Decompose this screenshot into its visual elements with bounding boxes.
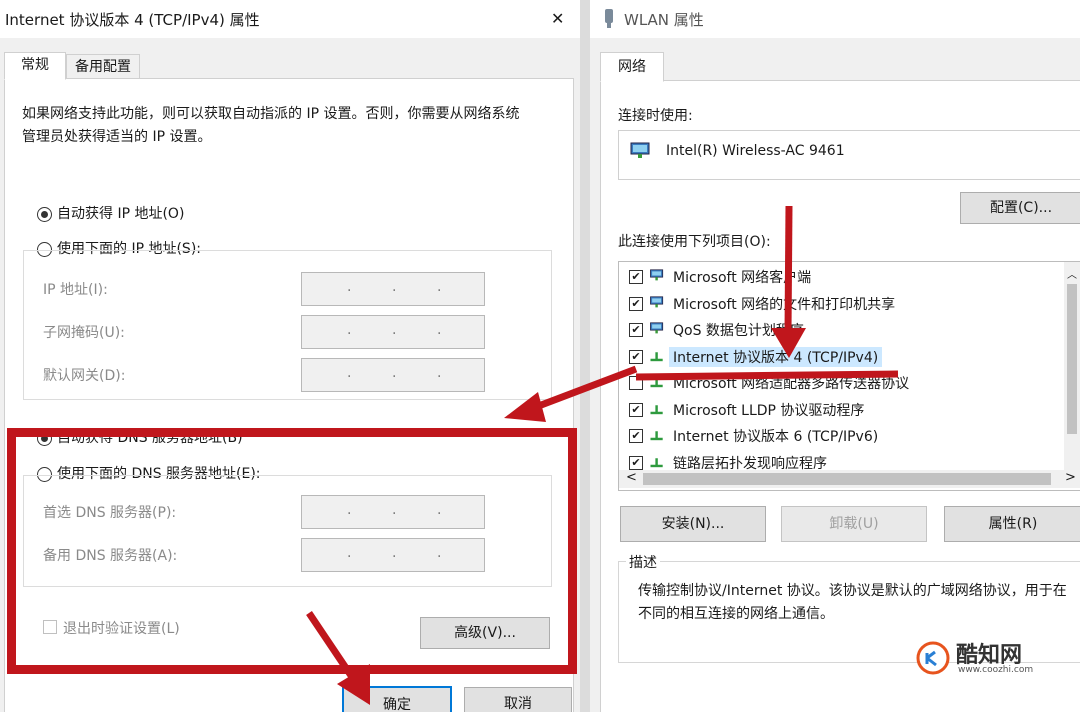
item-checkbox[interactable]: ✔: [629, 349, 643, 364]
items-label: 此连接使用下列项目(O):: [618, 234, 771, 250]
dialog-title: Internet 协议版本 4 (TCP/IPv4) 属性: [5, 11, 260, 29]
auto-ip-radio[interactable]: [37, 207, 52, 222]
preferred-dns-label: 首选 DNS 服务器(P):: [43, 505, 177, 521]
wlan-adapter-icon: [605, 9, 613, 28]
list-item[interactable]: ✔ QoS 数据包计划程序: [619, 317, 1065, 343]
octet-sep: .: [437, 279, 442, 295]
coozhi-logo-icon: [916, 641, 950, 675]
list-item-label: Internet 协议版本 4 (TCP/IPv4): [669, 346, 883, 367]
scroll-left-icon[interactable]: <: [626, 470, 637, 485]
properties-button[interactable]: 属性(R): [944, 506, 1080, 542]
subnet-mask-label: 子网掩码(U):: [43, 325, 125, 341]
intro-text: 如果网络支持此功能，则可以获取自动指派的 IP 设置。否则，你需要从网络系统管理…: [22, 106, 520, 145]
ip-address-field[interactable]: . . .: [301, 272, 485, 306]
title-bar: Internet 协议版本 4 (TCP/IPv4) 属性 ✕: [0, 0, 580, 38]
horizontal-scrollbar[interactable]: < >: [619, 470, 1080, 488]
protocol-icon: [650, 351, 663, 361]
protocol-icon: [650, 457, 663, 467]
list-item-label: Internet 协议版本 6 (TCP/IPv6): [673, 429, 879, 445]
ok-button[interactable]: 确定: [342, 686, 452, 712]
item-checkbox[interactable]: ✔: [629, 429, 643, 443]
gateway-field[interactable]: . . .: [301, 358, 485, 392]
item-checkbox[interactable]: ✔: [629, 455, 643, 470]
list-item-label: Microsoft 网络适配器多路传送器协议: [673, 376, 910, 392]
advanced-button[interactable]: 高级(V)...: [420, 617, 550, 649]
item-checkbox[interactable]: ✔: [629, 402, 643, 417]
ip-address-label: IP 地址(I):: [43, 282, 108, 298]
list-item[interactable]: ✔ Microsoft 网络客户端: [619, 264, 1065, 290]
network-adapter-icon: [630, 142, 650, 158]
octet-sep: .: [392, 322, 397, 338]
octet-sep: .: [347, 279, 352, 295]
validate-on-exit-label: 退出时验证设置(L): [63, 621, 180, 637]
scroll-thumb[interactable]: [1067, 284, 1077, 434]
network-client-icon: [650, 269, 664, 281]
protocol-icon: [650, 404, 663, 414]
auto-ip-label: 自动获得 IP 地址(O): [57, 206, 185, 222]
list-item[interactable]: ✔ Microsoft LLDP 协议驱动程序: [619, 397, 1065, 423]
scroll-thumb[interactable]: [643, 473, 1051, 485]
octet-sep: .: [392, 545, 397, 561]
alternate-dns-field[interactable]: . . .: [301, 538, 485, 572]
wlan-properties-dialog: WLAN 属性 网络 连接时使用: Intel(R) Wireless-AC 9…: [590, 0, 1080, 712]
item-checkbox[interactable]: ✔: [629, 270, 643, 284]
close-icon[interactable]: ✕: [551, 9, 564, 28]
list-item-label: Microsoft 网络的文件和打印机共享: [673, 296, 896, 313]
validate-on-exit-checkbox[interactable]: [43, 620, 57, 634]
item-checkbox[interactable]: ✔: [629, 323, 643, 337]
octet-sep: .: [437, 365, 442, 381]
tab-alternate-config[interactable]: 备用配置: [66, 54, 140, 80]
dialog-title: WLAN 属性: [624, 11, 704, 29]
title-bar: WLAN 属性: [590, 0, 1080, 38]
list-item[interactable]: ✔ Internet 协议版本 4 (TCP/IPv4): [619, 344, 1065, 370]
protocol-icon: [650, 431, 663, 441]
list-item[interactable]: ✔ Microsoft 网络的文件和打印机共享: [619, 291, 1065, 317]
connect-using-label: 连接时使用:: [618, 108, 693, 124]
item-checkbox[interactable]: ✔: [629, 296, 643, 311]
scroll-up-icon[interactable]: ︿: [1067, 266, 1077, 281]
ipv4-properties-dialog: Internet 协议版本 4 (TCP/IPv4) 属性 ✕ 常规 备用配置 …: [0, 0, 580, 712]
octet-sep: .: [437, 545, 442, 561]
watermark-url: www.coozhi.com: [958, 665, 1034, 675]
octet-sep: .: [347, 365, 352, 381]
scroll-right-icon[interactable]: >: [1065, 470, 1076, 485]
auto-dns-label: 自动获得 DNS 服务器地址(B): [57, 430, 243, 446]
octet-sep: .: [392, 365, 397, 381]
octet-sep: .: [347, 322, 352, 338]
octet-sep: .: [347, 502, 352, 518]
network-client-icon: [650, 322, 664, 334]
adapter-name: Intel(R) Wireless-AC 9461: [666, 143, 845, 159]
gateway-label: 默认网关(D):: [43, 368, 126, 384]
list-item-label: Microsoft 网络客户端: [673, 270, 812, 286]
description-group-label: 描述: [626, 552, 660, 572]
list-item-label: Microsoft LLDP 协议驱动程序: [673, 402, 865, 419]
list-item-label: QoS 数据包计划程序: [673, 323, 804, 339]
cancel-button[interactable]: 取消: [464, 687, 572, 712]
configure-button[interactable]: 配置(C)...: [960, 192, 1080, 224]
list-item[interactable]: Microsoft 网络适配器多路传送器协议: [619, 370, 1065, 396]
tab-general[interactable]: 常规: [4, 52, 66, 80]
watermark: 酷知网 www.coozhi.com: [916, 637, 1066, 681]
octet-sep: .: [347, 545, 352, 561]
protocol-icon: [650, 378, 663, 388]
window-gap: [580, 0, 590, 712]
octet-sep: .: [437, 322, 442, 338]
subnet-mask-field[interactable]: . . .: [301, 315, 485, 349]
network-client-icon: [650, 295, 664, 307]
items-list: ✔ Microsoft 网络客户端 ✔ Microsoft 网络的文件和打印机共享 ✔ Q…: [618, 261, 1080, 491]
octet-sep: .: [437, 502, 442, 518]
description-text: 传输控制协议/Internet 协议。该协议是默认的广域网络协议，用于在不同的相…: [638, 583, 1067, 622]
list-item[interactable]: ✔ Internet 协议版本 6 (TCP/IPv6): [619, 423, 1065, 449]
alternate-dns-label: 备用 DNS 服务器(A):: [43, 548, 178, 564]
install-button[interactable]: 安装(N)...: [620, 506, 766, 542]
vertical-scrollbar[interactable]: ︿: [1064, 262, 1080, 470]
uninstall-button[interactable]: 卸载(U): [781, 506, 927, 542]
preferred-dns-field[interactable]: . . .: [301, 495, 485, 529]
item-checkbox[interactable]: [629, 376, 643, 390]
auto-dns-radio[interactable]: [37, 431, 52, 446]
octet-sep: .: [392, 279, 397, 295]
octet-sep: .: [392, 502, 397, 518]
tab-network[interactable]: 网络: [600, 52, 664, 82]
